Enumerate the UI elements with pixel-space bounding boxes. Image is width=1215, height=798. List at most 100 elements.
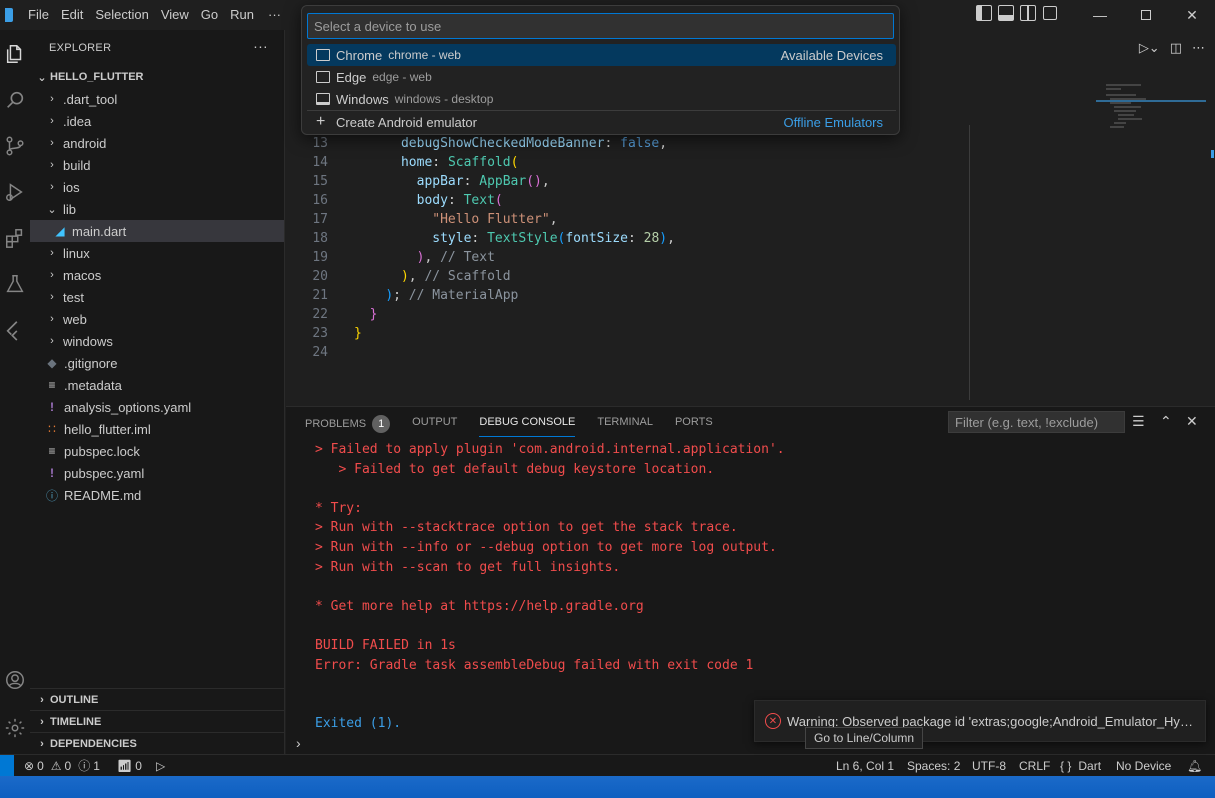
maximize-icon[interactable] — [1123, 0, 1169, 30]
tree-item-dart-tool[interactable]: › .dart_tool — [30, 88, 284, 110]
remote-indicator[interactable] — [0, 755, 14, 777]
menu-run[interactable]: Run — [224, 0, 260, 30]
debug-launch-icon[interactable]: ▷ — [156, 755, 165, 777]
minimize-icon[interactable]: — — [1077, 0, 1123, 30]
close-window-icon[interactable]: ✕ — [1169, 0, 1215, 30]
tree-item-idea[interactable]: › .idea — [30, 110, 284, 132]
tree-item-test[interactable]: › test — [30, 286, 284, 308]
menu-view[interactable]: View — [155, 0, 195, 30]
language-mode[interactable]: { } Dart — [1060, 755, 1101, 777]
dependencies-section[interactable]: › DEPENDENCIES — [30, 732, 285, 754]
device-option-desc: chrome - web — [388, 48, 461, 62]
code-line: 16 body: Text( — [286, 191, 966, 210]
chevron-right-icon: › — [50, 291, 54, 303]
tab-problems-label: PROBLEMS — [305, 418, 367, 430]
maximize-panel-icon[interactable]: ⌃ — [1160, 413, 1172, 430]
run-debug-dropdown-icon[interactable]: ▷⌄ — [1139, 40, 1160, 56]
chevron-right-icon: › — [50, 313, 54, 325]
tree-item-label: build — [63, 157, 91, 173]
text-file-icon: ≡ — [48, 378, 56, 392]
tab-debug-console[interactable]: DEBUG CONSOLE — [479, 415, 576, 437]
console-line: Error: Gradle task assembleDebug failed … — [315, 657, 754, 673]
line-number: 16 — [312, 193, 328, 208]
cursor-position[interactable]: Ln 6, Col 1 — [836, 755, 894, 777]
code-line: 18 style: TextStyle(fontSize: 28), — [286, 229, 966, 248]
toggle-panel-icon[interactable] — [998, 5, 1014, 21]
close-panel-icon[interactable]: ✕ — [1186, 413, 1198, 430]
device-search-input[interactable] — [307, 13, 894, 39]
tree-item-label: web — [63, 311, 87, 327]
tree-item-android[interactable]: › android — [30, 132, 284, 154]
source-control-icon[interactable] — [0, 128, 30, 164]
run-debug-icon[interactable] — [0, 174, 30, 210]
indentation-status[interactable]: Spaces: 2 — [907, 755, 960, 777]
tab-output[interactable]: OUTPUT — [412, 415, 457, 437]
tree-item-ios[interactable]: › ios — [30, 176, 284, 198]
timeline-section[interactable]: › TIMELINE — [30, 710, 285, 732]
create-android-emulator-option[interactable]: + Create Android emulator Offline Emulat… — [307, 111, 896, 133]
tree-item-windows[interactable]: › windows — [30, 330, 284, 352]
toggle-primary-sidebar-icon[interactable] — [976, 5, 992, 21]
tree-item-metadata[interactable]: ≡ .metadata — [30, 374, 284, 396]
eol-status[interactable]: CRLF — [1019, 755, 1050, 777]
tree-item-pubspec-lock[interactable]: ≡ pubspec.lock — [30, 440, 284, 462]
tree-item-pubspec-yaml[interactable]: ! pubspec.yaml — [30, 462, 284, 484]
console-prompt-chevron-icon[interactable]: › — [296, 735, 301, 751]
clear-console-icon[interactable]: ☰ — [1132, 413, 1145, 430]
testing-icon[interactable] — [0, 266, 30, 302]
ports-status[interactable]: 📶︎ 0 — [117, 755, 142, 777]
tree-item-gitignore[interactable]: ◆ .gitignore — [30, 352, 284, 374]
customize-layout-icon[interactable] — [1042, 5, 1058, 21]
tree-item-web[interactable]: › web — [30, 308, 284, 330]
tab-problems[interactable]: PROBLEMS 1 — [305, 415, 391, 437]
minimap[interactable] — [1096, 80, 1206, 140]
menu-edit[interactable]: Edit — [55, 0, 89, 30]
readme-info-icon: ⓘ — [45, 488, 58, 503]
tree-item-analysis-options-yaml[interactable]: ! analysis_options.yaml — [30, 396, 284, 418]
menu-more-button[interactable]: ··· — [260, 0, 289, 30]
search-icon[interactable] — [0, 82, 30, 118]
account-icon[interactable] — [0, 662, 30, 698]
chevron-right-icon: › — [50, 137, 54, 149]
tab-terminal[interactable]: TERMINAL — [597, 415, 653, 437]
code-line: 24 — [286, 343, 966, 362]
encoding-status[interactable]: UTF-8 — [972, 755, 1006, 777]
dart-file-icon: ◢ — [55, 224, 65, 238]
flutter-icon[interactable] — [0, 312, 30, 348]
workspace-root[interactable]: ⌄ HELLO_FLUTTER — [30, 66, 284, 88]
toggle-secondary-sidebar-icon[interactable] — [1020, 5, 1036, 21]
device-option-windows[interactable]: Windows windows - desktop — [307, 88, 896, 110]
explorer-icon[interactable] — [0, 36, 30, 72]
split-editor-icon[interactable]: ◫ — [1170, 40, 1182, 56]
chevron-right-icon: › — [50, 269, 54, 281]
device-quick-pick: Chrome chrome - web Available Devices Ed… — [301, 5, 900, 135]
extensions-icon[interactable] — [0, 220, 30, 256]
tab-ports[interactable]: PORTS — [675, 415, 713, 437]
tree-item-label: hello_flutter.iml — [64, 421, 151, 437]
notifications-bell-icon[interactable]: 🔔︎ — [1187, 755, 1202, 777]
tree-item-build[interactable]: › build — [30, 154, 284, 176]
tree-item-hello-flutter-iml[interactable]: ∷ hello_flutter.iml — [30, 418, 284, 440]
flutter-device-selector[interactable]: No Device — [1116, 755, 1171, 777]
tree-item-macos[interactable]: › macos — [30, 264, 284, 286]
problems-count-badge: 1 — [372, 415, 391, 433]
explorer-more-button[interactable]: ··· — [253, 38, 268, 54]
chevron-down-icon: ⌄ — [47, 203, 57, 216]
problems-status[interactable]: ⊗ 0 ⚠ 0 ⓘ 1 — [24, 755, 100, 777]
menu-go[interactable]: Go — [195, 0, 224, 30]
yaml-file-icon: ! — [50, 466, 54, 480]
settings-gear-icon[interactable] — [0, 710, 30, 746]
tree-item-readme-md[interactable]: ⓘ README.md — [30, 484, 284, 506]
tree-item-label: .gitignore — [64, 355, 118, 371]
more-actions-icon[interactable]: ⋯ — [1192, 40, 1205, 56]
outline-section[interactable]: › OUTLINE — [30, 688, 285, 710]
device-option-chrome[interactable]: Chrome chrome - web Available Devices — [307, 44, 896, 66]
tree-item-main-dart[interactable]: ◢ main.dart — [30, 220, 284, 242]
menu-file[interactable]: File — [22, 0, 55, 30]
menu-selection[interactable]: Selection — [89, 0, 154, 30]
tree-item-lib[interactable]: ⌄ lib — [30, 198, 284, 220]
console-line: > Failed to apply plugin 'com.android.in… — [315, 442, 785, 457]
tree-item-linux[interactable]: › linux — [30, 242, 284, 264]
console-filter-input[interactable] — [948, 411, 1125, 433]
device-option-edge[interactable]: Edge edge - web — [307, 66, 896, 88]
